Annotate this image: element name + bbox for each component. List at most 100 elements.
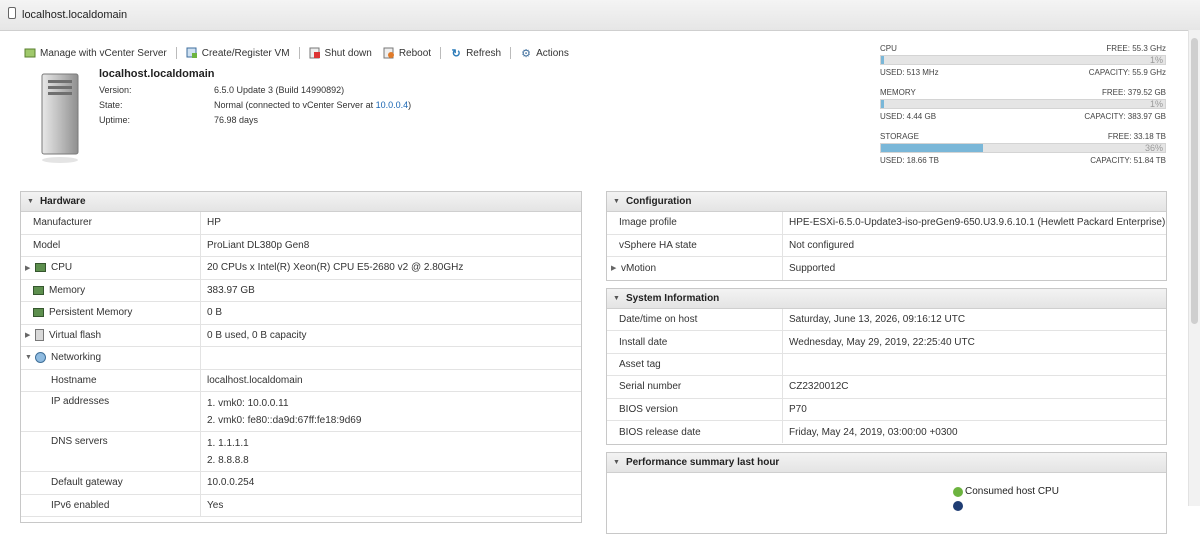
config-row-vmotion[interactable]: ▶ vMotion Supported xyxy=(607,257,1166,280)
memory-capacity: CAPACITY: 383.97 GB xyxy=(1084,112,1166,121)
cpu-used: USED: 513 MHz xyxy=(880,68,939,77)
create-vm-icon xyxy=(186,47,198,59)
memory-used: USED: 4.44 GB xyxy=(880,112,937,121)
storage-free: FREE: 33.18 TB xyxy=(1107,132,1166,141)
actions-button[interactable]: ⚙ Actions xyxy=(520,47,569,60)
memory-meter-title: MEMORY xyxy=(880,88,916,97)
performance-title: Performance summary last hour xyxy=(625,457,780,468)
configuration-panel-header[interactable]: ▼ Configuration xyxy=(607,192,1166,212)
system-information-header[interactable]: ▼ System Information xyxy=(607,289,1166,309)
window-title: localhost.localdomain xyxy=(22,9,128,21)
sysinfo-row-install-date: Install date Wednesday, May 29, 2019, 22… xyxy=(607,331,1166,354)
refresh-button[interactable]: ↻ Refresh xyxy=(450,47,501,60)
manage-vcenter-button[interactable]: Manage with vCenter Server xyxy=(24,47,167,59)
networking-value xyxy=(201,347,207,369)
expand-caret-icon[interactable]: ▶ xyxy=(25,264,35,272)
ip-addresses-label: IP addresses xyxy=(21,392,201,431)
hardware-title: Hardware xyxy=(39,196,86,207)
host-name: localhost.localdomain xyxy=(99,68,215,80)
hardware-row-ip-addresses: IP addresses 1. vmk0: 10.0.0.11 2. vmk0:… xyxy=(21,392,581,432)
sysinfo-row-bios-release: BIOS release date Friday, May 24, 2019, … xyxy=(607,420,1166,444)
sysinfo-row-bios-version: BIOS version P70 xyxy=(607,398,1166,421)
manufacturer-value: HP xyxy=(207,217,221,229)
hardware-row-default-gateway: Default gateway 10.0.0.254 xyxy=(21,472,581,495)
persistent-memory-icon xyxy=(33,308,44,318)
hardware-row-networking[interactable]: ▼ Networking xyxy=(21,347,581,370)
hardware-row-memory: Memory 383.97 GB xyxy=(21,279,581,302)
datetime-value: Saturday, June 13, 2026, 09:16:12 UTC xyxy=(789,314,966,326)
hardware-row-dns-servers: DNS servers 1. 1.1.1.1 2. 8.8.8.8 xyxy=(21,432,581,472)
vertical-scrollbar[interactable] xyxy=(1188,30,1200,506)
cpu-meter: CPU FREE: 55.3 GHz 1% USED: 513 MHz CAPACI… xyxy=(880,44,1166,77)
image-profile-value: HPE-ESXi-6.5.0-Update3-iso-preGen9-650.U… xyxy=(789,217,1166,229)
reboot-button[interactable]: Reboot xyxy=(383,47,431,59)
config-row-vsphere-ha: vSphere HA state Not configured xyxy=(607,234,1166,257)
storage-meter-title: STORAGE xyxy=(880,132,919,141)
cpu-usage-fill xyxy=(881,56,884,64)
hardware-panel-header[interactable]: ▼ Hardware xyxy=(21,192,581,212)
collapse-caret-icon[interactable]: ▼ xyxy=(613,295,620,302)
ipv6-enabled-label: IPv6 enabled xyxy=(21,494,201,516)
model-value: ProLiant DL380p Gen8 xyxy=(207,239,310,251)
create-register-vm-button[interactable]: Create/Register VM xyxy=(186,47,290,59)
bios-version-label: BIOS version xyxy=(607,398,783,420)
collapse-caret-icon[interactable]: ▼ xyxy=(25,354,35,361)
ip-address-1: 1. vmk0: 10.0.0.11 xyxy=(207,397,289,409)
datetime-label: Date/time on host xyxy=(607,309,783,331)
networking-icon xyxy=(35,352,46,364)
performance-panel-header[interactable]: ▼ Performance summary last hour xyxy=(607,453,1166,473)
vcenter-icon xyxy=(24,47,36,59)
scrollbar-thumb[interactable] xyxy=(1191,38,1198,324)
memory-label: Memory xyxy=(49,284,86,296)
asset-tag-value xyxy=(783,354,789,375)
memory-meter: MEMORY FREE: 379.52 GB 1% USED: 4.44 GB CA… xyxy=(880,88,1166,121)
toolbar-divider xyxy=(510,47,512,59)
system-information-panel: ▼ System Information Date/time on host S… xyxy=(606,288,1167,445)
bios-release-date-label: BIOS release date xyxy=(607,420,783,444)
collapse-caret-icon[interactable]: ▼ xyxy=(613,198,620,205)
cpu-chip-icon xyxy=(35,263,46,273)
manage-vcenter-label: Manage with vCenter Server xyxy=(40,47,167,59)
toolbar-gap xyxy=(377,47,378,59)
hardware-row-cpu[interactable]: ▶ CPU 20 CPUs x Intel(R) Xeon(R) CPU E5-… xyxy=(21,257,581,280)
default-gateway-label: Default gateway xyxy=(21,472,201,494)
shut-down-label: Shut down xyxy=(324,47,372,59)
hardware-row-persistent-memory: Persistent Memory 0 B xyxy=(21,302,581,325)
hardware-row-virtual-flash[interactable]: ▶ Virtual flash 0 B used, 0 B capacity xyxy=(21,324,581,347)
vcenter-link[interactable]: 10.0.0.4 xyxy=(376,100,409,110)
cpu-value: 20 CPUs x Intel(R) Xeon(R) CPU E5-2680 v… xyxy=(207,262,464,274)
cpu-capacity: CAPACITY: 55.9 GHz xyxy=(1088,68,1166,77)
host-toolbar: Manage with vCenter Server Create/Regist… xyxy=(24,44,569,62)
serial-number-label: Serial number xyxy=(607,376,783,398)
system-information-title: System Information xyxy=(625,293,720,304)
legend-second-series xyxy=(953,501,965,511)
gear-icon: ⚙ xyxy=(521,47,532,60)
collapse-caret-icon[interactable]: ▼ xyxy=(27,198,34,205)
collapse-caret-icon[interactable]: ▼ xyxy=(613,459,620,466)
virtual-flash-icon xyxy=(35,329,44,342)
expand-caret-icon[interactable]: ▶ xyxy=(25,331,35,339)
hostname-label: Hostname xyxy=(21,369,201,391)
default-gateway-value: 10.0.0.254 xyxy=(207,477,255,489)
configuration-title: Configuration xyxy=(625,196,692,207)
dns-server-1: 1. 1.1.1.1 xyxy=(207,437,249,449)
host-tab-icon xyxy=(8,7,16,19)
hardware-row-model: Model ProLiant DL380p Gen8 xyxy=(21,234,581,257)
dns-server-2: 2. 8.8.8.8 xyxy=(207,454,249,466)
expand-caret-icon[interactable]: ▶ xyxy=(611,264,621,272)
manufacturer-label: Manufacturer xyxy=(21,212,201,234)
server-image xyxy=(40,72,80,164)
vmotion-label: vMotion xyxy=(621,262,657,274)
memory-free: FREE: 379.52 GB xyxy=(1101,88,1166,97)
create-register-vm-label: Create/Register VM xyxy=(201,47,290,59)
sysinfo-row-asset-tag: Asset tag xyxy=(607,353,1166,377)
memory-usage-bar: 1% xyxy=(880,99,1166,109)
hardware-panel: ▼ Hardware Manufacturer HP Model ProLian… xyxy=(20,191,582,523)
legend-consumed-cpu: Consumed host CPU xyxy=(953,486,1059,497)
legend-green-dot xyxy=(953,486,963,497)
persistent-memory-value: 0 B xyxy=(207,307,223,319)
window-titlebar: localhost.localdomain xyxy=(0,0,1200,31)
shut-down-button[interactable]: Shut down xyxy=(309,47,372,59)
storage-used: USED: 18.66 TB xyxy=(880,156,939,165)
virtual-flash-label: Virtual flash xyxy=(49,329,102,341)
